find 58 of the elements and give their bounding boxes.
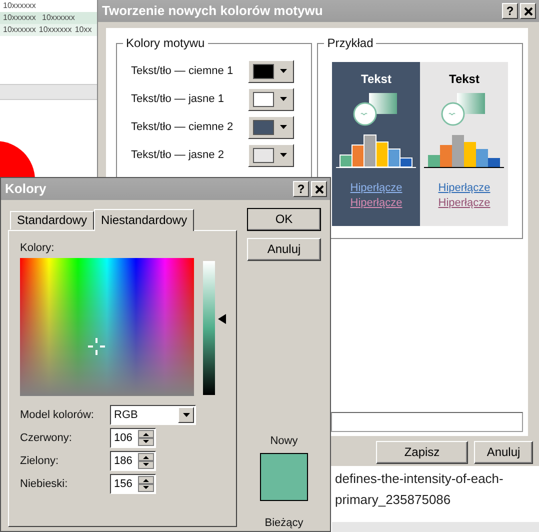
caret-icon [280, 153, 287, 157]
swatch-label: Bieżący [264, 516, 304, 531]
close-button[interactable] [520, 3, 536, 19]
field-label: Czerwony: [20, 430, 73, 445]
tab[interactable]: Niestandardowy [94, 209, 194, 231]
text-field[interactable] [331, 412, 523, 432]
shapes-drawing [441, 92, 488, 126]
color-label: Tekst/tło — jasne 1 [131, 92, 225, 106]
caret-icon [280, 125, 287, 129]
spin-button[interactable] [138, 430, 154, 446]
hyperlink[interactable]: Hiperłącze [438, 196, 490, 211]
pointer-icon[interactable] [218, 314, 226, 324]
color-label: Tekst/tło — ciemne 2 [131, 120, 234, 134]
sheet-cell-text: 10xxxxxx [2, 12, 37, 24]
swatch-label: Nowy [270, 434, 298, 448]
dialog-button[interactable]: Anuluj [247, 238, 321, 261]
color-spectrum[interactable] [20, 258, 194, 396]
new-color-swatch [260, 453, 308, 502]
field-label: Model kolorów: [20, 408, 95, 422]
spectrum-label: Kolory: [20, 241, 56, 256]
caret-icon [280, 97, 287, 101]
caret-icon [280, 69, 287, 73]
close-icon [524, 6, 532, 16]
color-picker-button[interactable] [248, 60, 294, 82]
color-label: Tekst/tło — jasne 2 [131, 148, 225, 162]
field-label: Zielony: [20, 454, 60, 468]
close-icon [314, 184, 324, 194]
color-model-select[interactable]: RGB [110, 404, 196, 425]
hyperlink[interactable]: Hiperłącze [438, 181, 490, 196]
shapes-drawing [353, 92, 400, 126]
sheet-cell-text: 10xxxxxx [41, 12, 76, 24]
dialog-button[interactable]: Zapisz [376, 441, 468, 464]
dialog-button[interactable]: OK [247, 208, 321, 231]
preview-heading: Tekst [361, 72, 392, 86]
preview-heading: Tekst [449, 72, 480, 86]
sheet-cell-text: 10xxxxxx [2, 0, 37, 12]
window-title: Kolory [5, 180, 48, 198]
help-button[interactable]: ? [502, 3, 518, 19]
dialog-button[interactable]: Anuluj [474, 441, 533, 464]
close-button[interactable] [311, 181, 327, 197]
color-label: Tekst/tło — ciemne 1 [131, 64, 234, 78]
spin-button[interactable] [138, 476, 154, 492]
color-picker-button[interactable] [248, 88, 294, 110]
sheet-cell-text: 10xxxxxx [38, 24, 72, 36]
field-label: Niebieski: [20, 476, 69, 491]
help-button[interactable]: ? [293, 181, 309, 197]
sheet-cell-text: 10xxxxxx [2, 24, 36, 36]
color-picker-button[interactable] [248, 116, 294, 138]
window-title: Tworzenie nowych kolorów motywu [102, 2, 324, 20]
group-label: Przykład [324, 36, 376, 50]
crosshair-icon [88, 338, 106, 355]
hyperlink[interactable]: Hiperłącze [350, 181, 402, 196]
color-picker-button[interactable] [248, 144, 294, 166]
group-label: Kolory motywu [123, 36, 208, 50]
luminance-bar[interactable] [203, 261, 215, 396]
tab[interactable]: Standardowy [10, 211, 94, 230]
spin-button[interactable] [138, 452, 154, 469]
sheet-cell-text: 10xx [74, 24, 93, 36]
